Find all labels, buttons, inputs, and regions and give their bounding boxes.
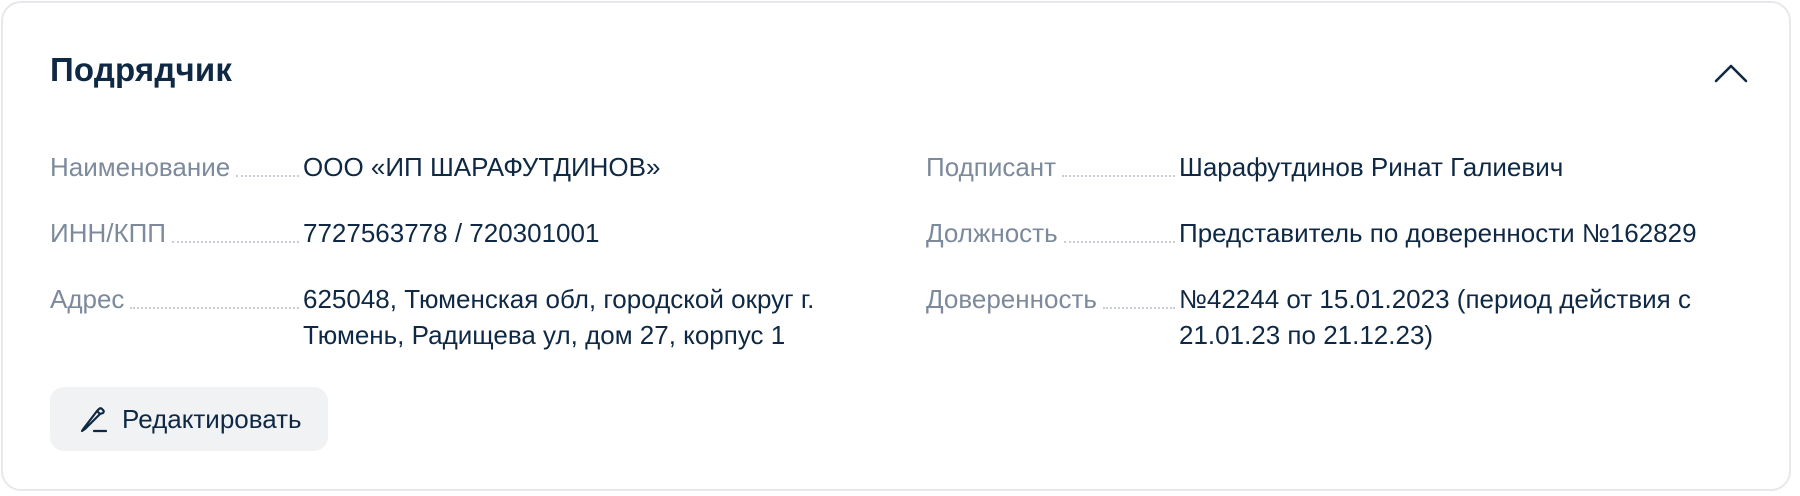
field-row-position: Должность Представитель по доверенности … — [926, 215, 1756, 251]
field-row-inn-kpp: ИНН/КПП 7727563778 / 720301001 — [50, 215, 880, 251]
chevron-up-icon — [1714, 63, 1748, 83]
left-fields-column: Наименование ООО «ИП ШАРАФУТДИНОВ» ИНН/К… — [50, 149, 880, 383]
dotted-leader — [130, 306, 299, 309]
section-title: Подрядчик — [50, 51, 233, 88]
field-row-signatory: Подписант Шарафутдинов Ринат Галиевич — [926, 149, 1756, 185]
field-value: ООО «ИП ШАРАФУТДИНОВ» — [303, 152, 661, 182]
field-label: ИНН/КПП — [50, 218, 166, 248]
dotted-leader — [236, 174, 299, 177]
collapse-button[interactable] — [1711, 57, 1751, 89]
field-row-name: Наименование ООО «ИП ШАРАФУТДИНОВ» — [50, 149, 880, 185]
contractor-card: Подрядчик Наименование ООО «ИП ШАРАФУТДИ… — [1, 1, 1791, 491]
edit-button-label: Редактировать — [122, 403, 302, 434]
field-value: 7727563778 / 720301001 — [303, 218, 600, 248]
dotted-leader — [1062, 174, 1175, 177]
field-value: 625048, Тюменская обл, городской округ г… — [303, 284, 815, 350]
edit-button[interactable]: Редактировать — [50, 387, 328, 451]
field-value: Представитель по доверенности №162829 — [1179, 218, 1697, 248]
field-label: Адрес — [50, 284, 125, 314]
right-fields-column: Подписант Шарафутдинов Ринат Галиевич До… — [926, 149, 1756, 383]
field-row-address: Адрес 625048, Тюменская обл, городской о… — [50, 281, 880, 353]
field-label: Доверенность — [926, 284, 1097, 314]
pencil-icon — [78, 404, 108, 434]
field-label: Подписант — [926, 152, 1057, 182]
field-label: Должность — [926, 218, 1058, 248]
field-row-power-of-attorney: Доверенность №42244 от 15.01.2023 (перио… — [926, 281, 1756, 353]
field-value: №42244 от 15.01.2023 (период действия с … — [1179, 284, 1691, 350]
dotted-leader — [171, 240, 299, 243]
dotted-leader — [1063, 240, 1175, 243]
dotted-leader — [1102, 306, 1175, 309]
field-label: Наименование — [50, 152, 231, 182]
field-value: Шарафутдинов Ринат Галиевич — [1179, 152, 1564, 182]
